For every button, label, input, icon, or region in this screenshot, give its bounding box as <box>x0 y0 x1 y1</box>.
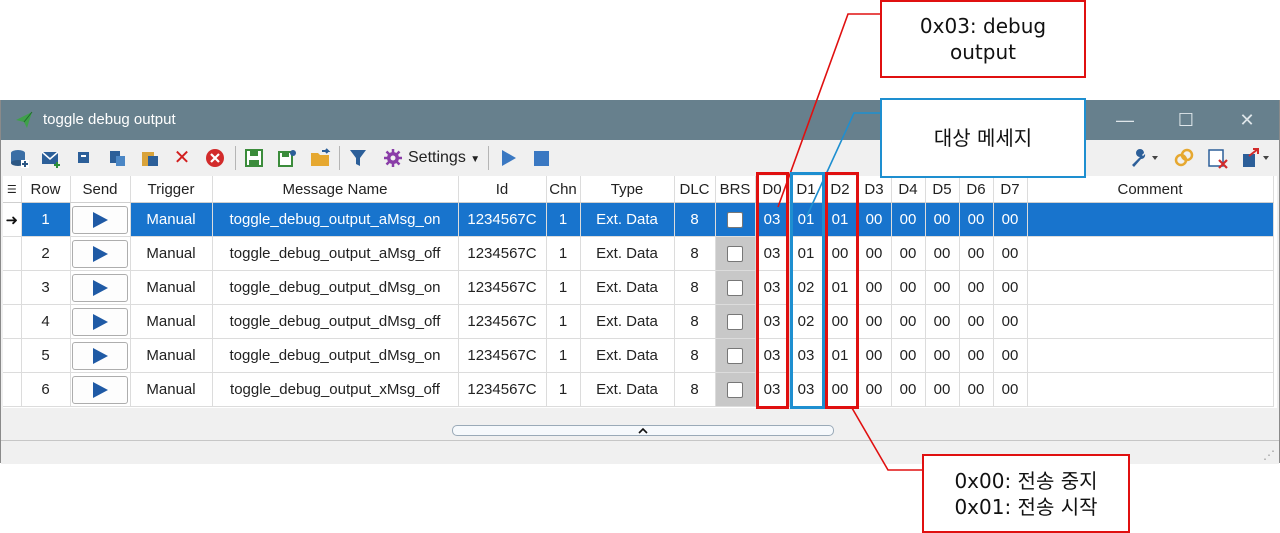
d0-column-highlight <box>756 172 789 409</box>
d2-callout-line-1: 0x00: 전송 중지 <box>954 468 1098 493</box>
d2-callout: 0x00: 전송 중지 0x01: 전송 시작 <box>922 454 1130 533</box>
d2-callout-line-2: 0x01: 전송 시작 <box>954 494 1098 519</box>
d1-column-highlight <box>790 172 825 409</box>
d2-leader-line <box>851 407 922 471</box>
d0-callout: 0x03: debug output <box>880 0 1086 78</box>
d1-callout-line-1: 대상 메세지 <box>933 126 1033 150</box>
d0-callout-line-2: output <box>950 40 1016 64</box>
d2-column-highlight <box>825 172 859 409</box>
d1-callout: 대상 메세지 <box>880 98 1086 178</box>
d0-callout-line-1: 0x03: debug <box>919 14 1047 38</box>
